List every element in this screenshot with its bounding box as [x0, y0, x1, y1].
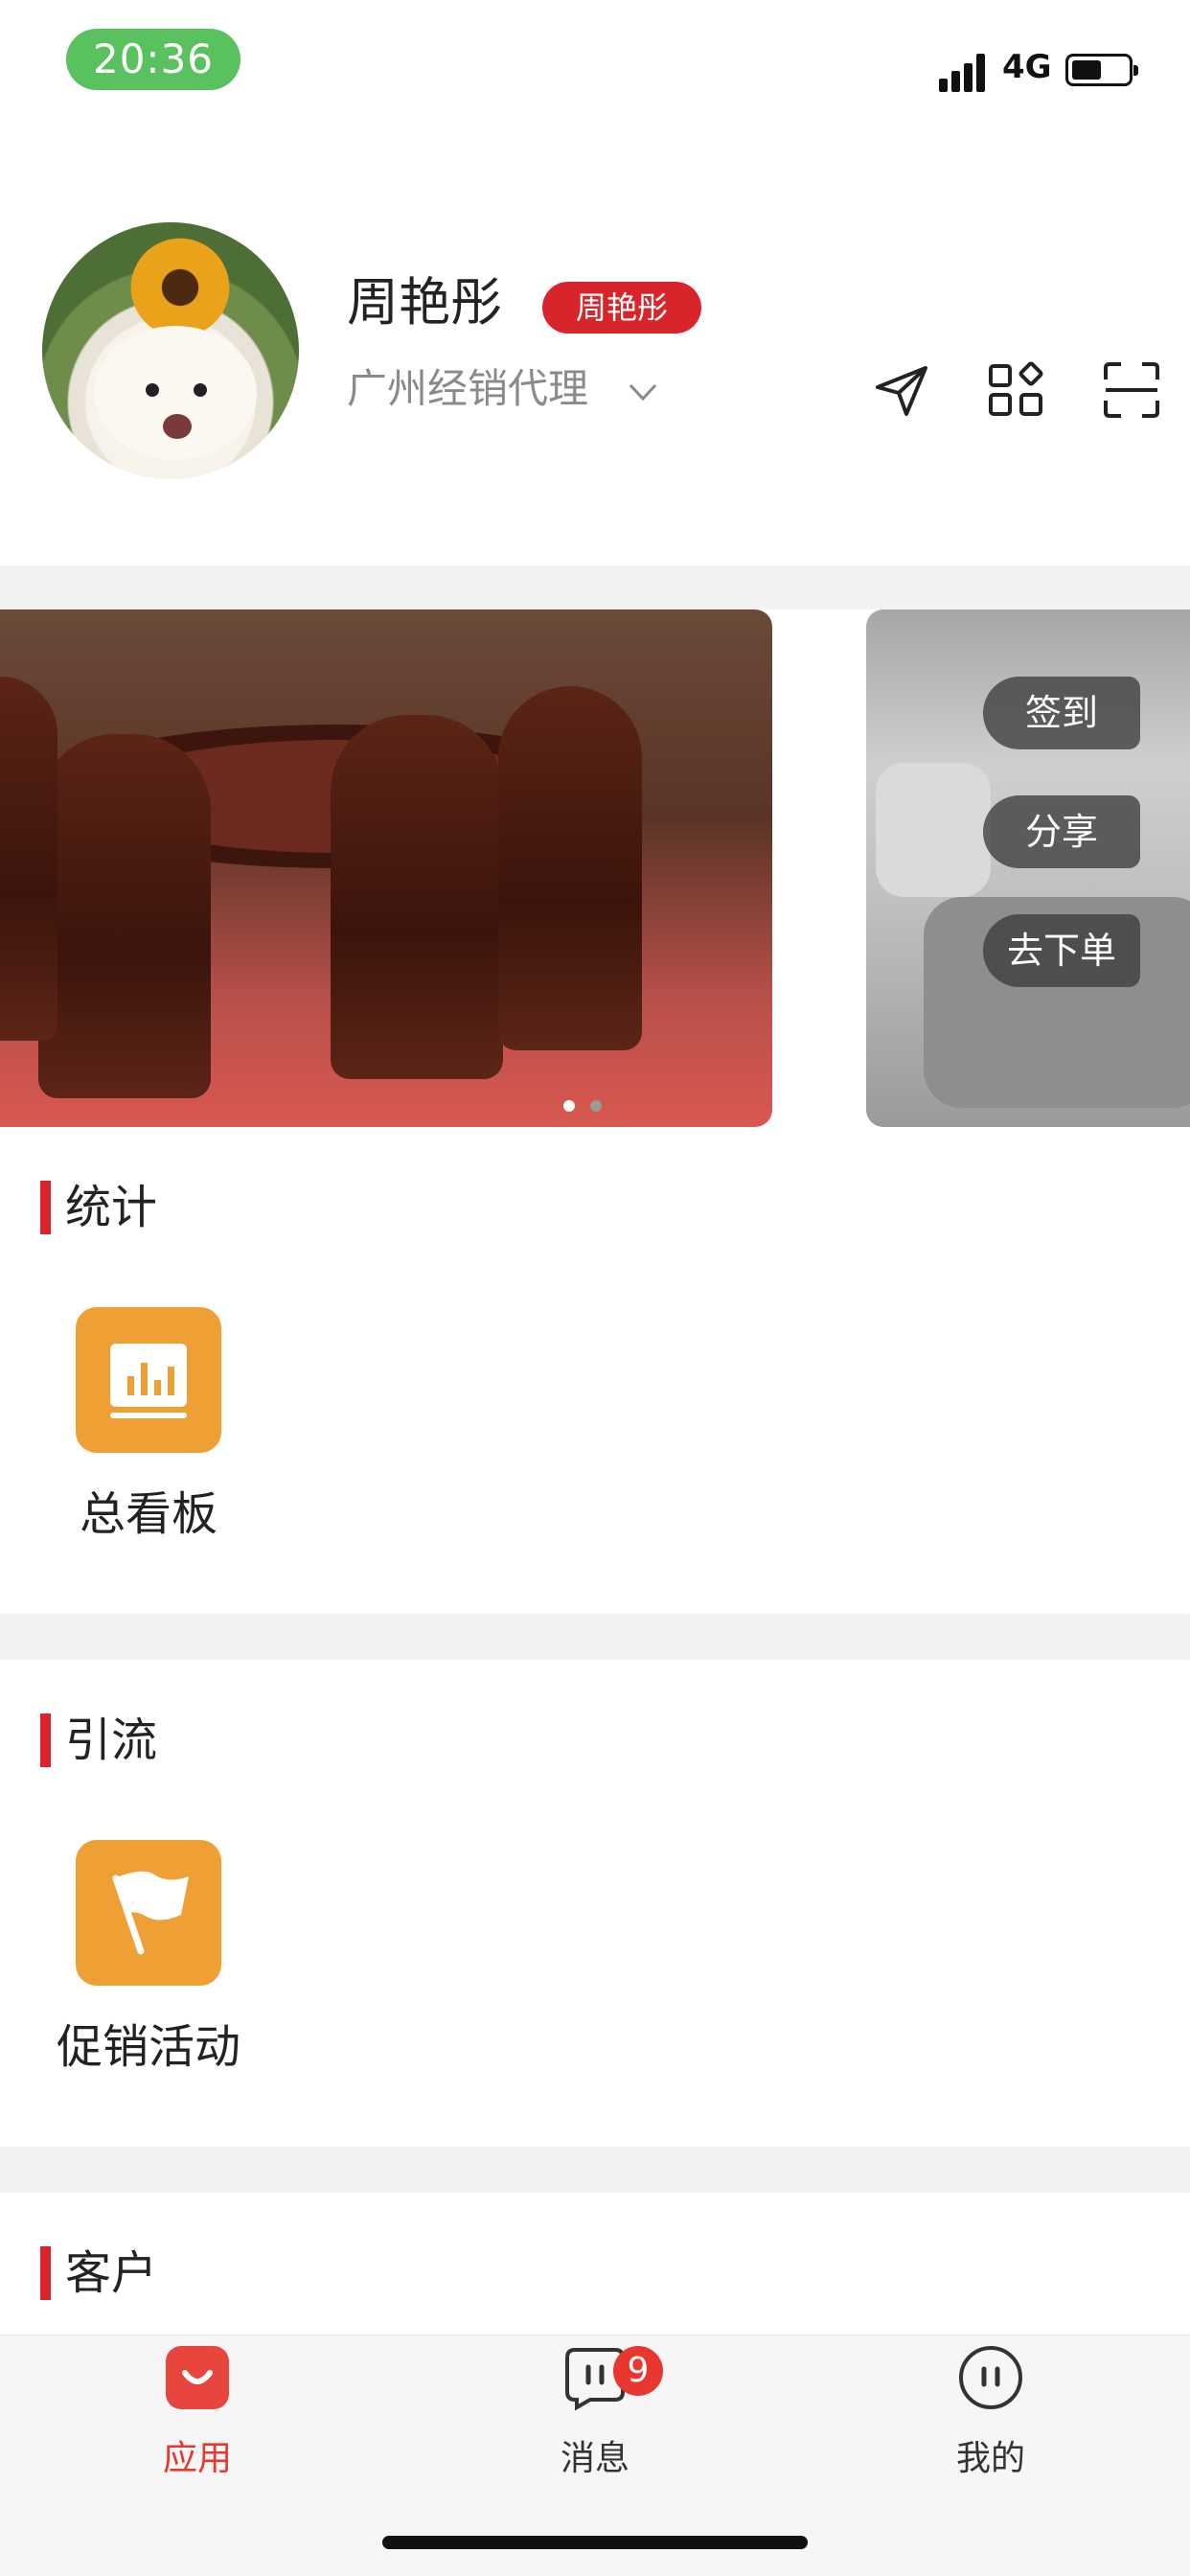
chart-icon [110, 1344, 187, 1418]
chevron-down-icon[interactable] [627, 376, 659, 408]
scan-icon[interactable] [1102, 360, 1161, 420]
dashboard-app[interactable] [76, 1307, 221, 1453]
section-title-traffic: 引流 [40, 1712, 157, 1769]
network-type: 4G [1002, 48, 1052, 86]
signal-icon [939, 50, 989, 92]
carousel-dot-active [563, 1100, 575, 1112]
battery-icon [1065, 54, 1138, 86]
status-time: 20:36 [66, 29, 240, 90]
promotion-label[interactable]: 促销活动 [34, 2009, 263, 2076]
tab-messages[interactable]: 消息 [518, 2430, 672, 2480]
promotion-app[interactable] [76, 1840, 221, 1986]
role-badge: 周艳彤 [542, 282, 701, 334]
share-button[interactable]: 分享 [983, 795, 1140, 868]
shopping-bag-icon[interactable] [164, 2344, 231, 2411]
send-icon[interactable] [872, 360, 931, 420]
checkin-button[interactable]: 签到 [983, 677, 1140, 749]
separator [0, 1614, 1190, 1660]
section-title-customers: 客户 [40, 2244, 157, 2302]
banner-slide-furniture[interactable] [0, 610, 772, 1127]
user-name: 周艳彤 [347, 272, 502, 333]
status-bar: 20:36 4G [0, 0, 1190, 115]
role-selector[interactable]: 广州经销代理 [347, 362, 588, 416]
separator [0, 2147, 1190, 2193]
flag-icon [112, 1871, 189, 1955]
separator [0, 565, 1190, 610]
profile-face-icon[interactable] [957, 2344, 1024, 2411]
tab-apps[interactable]: 应用 [121, 2430, 274, 2480]
place-order-button[interactable]: 去下单 [983, 914, 1140, 987]
apps-grid-icon[interactable] [987, 360, 1046, 420]
home-indicator [382, 2536, 808, 2549]
carousel-dot [590, 1100, 602, 1112]
tab-mine[interactable]: 我的 [914, 2430, 1067, 2480]
section-title-statistics: 统计 [40, 1179, 157, 1236]
dashboard-label[interactable]: 总看板 [53, 1476, 244, 1543]
avatar[interactable] [42, 222, 299, 479]
message-badge: 9 [613, 2346, 663, 2396]
